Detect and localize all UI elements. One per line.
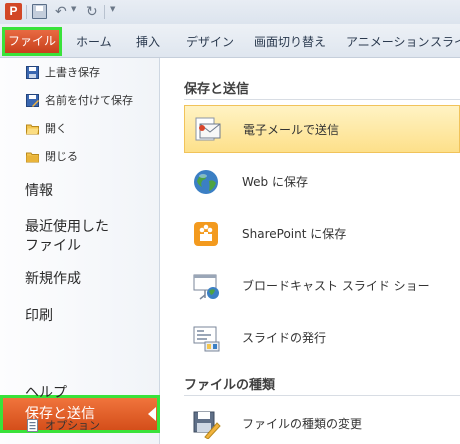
customize-toolbar-icon[interactable]: ▼ bbox=[110, 5, 115, 13]
nav-item-label: 閉じる bbox=[45, 150, 78, 163]
nav-item-info[interactable]: 情報 bbox=[0, 182, 160, 201]
option-label: ファイルの種類の変更 bbox=[242, 417, 363, 431]
undo-dropdown-icon[interactable]: ▼ bbox=[71, 5, 76, 13]
nav-item-help[interactable]: ヘルプ bbox=[0, 384, 160, 403]
option-save-to-sharepoint[interactable]: SharePoint に保存 bbox=[184, 210, 460, 258]
save-icon bbox=[26, 66, 39, 79]
save-as-icon bbox=[26, 94, 39, 107]
nav-item-save-as[interactable]: 名前を付けて保存 bbox=[0, 90, 160, 112]
redo-icon[interactable]: ↻ bbox=[86, 3, 98, 21]
nav-item-label: オプション bbox=[45, 419, 100, 432]
option-label: スライドの発行 bbox=[242, 331, 327, 345]
backstage-nav: 上書き保存 名前を付けて保存 開く 閉じる 情報 最近使用した ファイル 新規作… bbox=[0, 58, 160, 444]
option-change-file-type[interactable]: ファイルの種類の変更 bbox=[184, 400, 460, 444]
nav-item-print[interactable]: 印刷 bbox=[0, 307, 160, 326]
change-file-type-icon bbox=[193, 411, 221, 439]
save-and-send-pane: 保存と送信 電子メールで送信 Web に保存 SharePoint に保存 ブロ… bbox=[160, 58, 460, 444]
nav-item-label: 開く bbox=[45, 122, 67, 135]
quick-access-toolbar: P ↶ ▼ ↻ ▼ bbox=[0, 0, 460, 24]
nav-item-new[interactable]: 新規作成 bbox=[0, 270, 160, 289]
option-label: 電子メールで送信 bbox=[243, 123, 340, 137]
nav-item-label: 上書き保存 bbox=[45, 66, 100, 79]
tab-insert[interactable]: 挿入 bbox=[136, 32, 160, 52]
close-folder-icon bbox=[26, 152, 39, 163]
save-icon[interactable] bbox=[32, 4, 47, 19]
tab-slideshow[interactable]: スライ bbox=[430, 32, 460, 52]
divider bbox=[184, 99, 460, 100]
email-icon bbox=[195, 117, 221, 141]
nav-item-open[interactable]: 開く bbox=[0, 118, 160, 140]
globe-icon bbox=[194, 170, 218, 194]
option-label: Web に保存 bbox=[242, 175, 308, 189]
publish-slides-icon bbox=[193, 326, 220, 352]
nav-item-label-line1: 最近使用した bbox=[25, 219, 109, 235]
option-label: SharePoint に保存 bbox=[242, 227, 347, 241]
tab-home[interactable]: ホーム bbox=[76, 32, 112, 52]
option-publish-slides[interactable]: スライドの発行 bbox=[184, 314, 460, 362]
divider bbox=[184, 395, 460, 396]
nav-item-save[interactable]: 上書き保存 bbox=[0, 62, 160, 84]
powerpoint-app-icon[interactable]: P bbox=[5, 3, 22, 20]
option-label: ブロードキャスト スライド ショー bbox=[242, 279, 430, 293]
tab-design[interactable]: デザイン bbox=[186, 32, 234, 52]
option-send-email[interactable]: 電子メールで送信 bbox=[184, 105, 460, 153]
open-folder-icon bbox=[26, 124, 39, 135]
nav-item-options[interactable]: オプション bbox=[0, 415, 160, 437]
section-title-file-types: ファイルの種類 bbox=[184, 378, 276, 393]
option-save-to-web[interactable]: Web に保存 bbox=[184, 158, 460, 206]
nav-item-recent[interactable]: 最近使用した ファイル bbox=[0, 218, 160, 256]
options-icon bbox=[27, 419, 38, 432]
nav-item-label-line2: ファイル bbox=[25, 238, 81, 254]
sharepoint-icon bbox=[194, 222, 218, 246]
nav-item-close[interactable]: 閉じる bbox=[0, 146, 160, 168]
tab-animations[interactable]: アニメーション bbox=[346, 32, 430, 52]
ribbon-tabs: ファイル ホーム 挿入 デザイン 画面切り替え アニメーション スライ bbox=[0, 24, 460, 58]
nav-item-label: 名前を付けて保存 bbox=[45, 94, 133, 107]
separator bbox=[26, 5, 27, 19]
section-title-save-and-send: 保存と送信 bbox=[184, 82, 250, 97]
tab-transitions[interactable]: 画面切り替え bbox=[254, 32, 326, 52]
tab-file[interactable]: ファイル bbox=[2, 27, 62, 56]
broadcast-icon bbox=[193, 274, 219, 300]
undo-icon[interactable]: ↶ bbox=[55, 3, 67, 21]
option-broadcast-slide-show[interactable]: ブロードキャスト スライド ショー bbox=[184, 262, 460, 310]
separator bbox=[104, 5, 105, 19]
